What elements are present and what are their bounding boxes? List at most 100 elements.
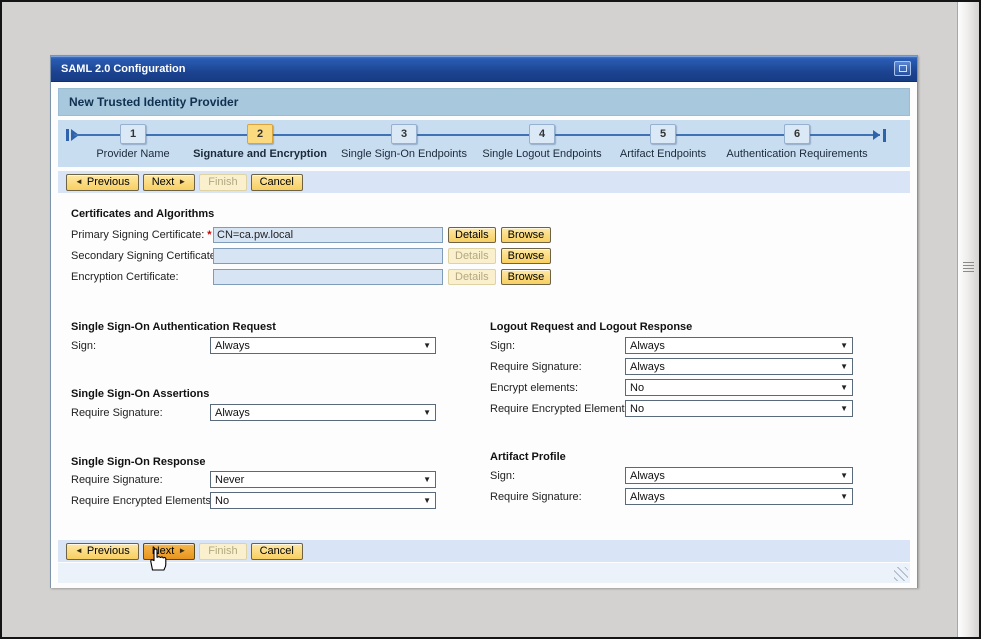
wizard-step-6[interactable]: 6 <box>784 124 810 144</box>
left-arrow-icon: ◄ <box>75 178 83 186</box>
sign-label: Sign: <box>490 340 625 352</box>
dropdown-value: Always <box>630 340 665 352</box>
require-encrypted-elements-label: Require Encrypted Elements: <box>490 403 625 415</box>
artifact-require-signature-row: Require Signature: Always ▼ <box>490 488 853 505</box>
chevron-down-icon: ▼ <box>423 342 431 350</box>
required-marker: * <box>207 229 211 241</box>
wizard-roadmap: 1 2 3 4 5 6 Provider Name Signature and … <box>58 120 910 167</box>
cancel-button[interactable]: Cancel <box>251 174 303 191</box>
next-button-label: Next <box>152 176 175 188</box>
form-content: Certificates and Algorithms Primary Sign… <box>51 193 917 540</box>
logout-encrypt-elements-row: Encrypt elements: No ▼ <box>490 379 853 396</box>
artifact-sign-row: Sign: Always ▼ <box>490 467 853 484</box>
chevron-down-icon: ▼ <box>423 497 431 505</box>
chevron-down-icon: ▼ <box>423 409 431 417</box>
wizard-step-2[interactable]: 2 <box>247 124 273 144</box>
sso-auth-request-sign-row: Sign: Always ▼ <box>71 337 436 354</box>
roadmap-end-icon <box>872 129 886 142</box>
logout-encrypt-elements-dropdown[interactable]: No ▼ <box>625 379 853 396</box>
roadmap-connector-line <box>74 134 880 136</box>
primary-details-button[interactable]: Details <box>448 227 496 243</box>
certificates-heading: Certificates and Algorithms <box>71 208 214 220</box>
sso-response-require-encrypted-dropdown[interactable]: No ▼ <box>210 492 436 509</box>
encryption-certificate-row: Encryption Certificate: Details Browse <box>71 268 551 285</box>
sso-response-require-signature-dropdown[interactable]: Never ▼ <box>210 471 436 488</box>
bottom-toolbar: ◄ Previous Next ► Finish Cancel <box>58 540 910 562</box>
label-text: Primary Signing Certificate: <box>71 229 204 241</box>
finish-button: Finish <box>199 543 246 560</box>
secondary-details-button: Details <box>448 248 496 264</box>
dropdown-value: No <box>630 382 644 394</box>
finish-button-label: Finish <box>208 545 237 557</box>
secondary-signing-certificate-input[interactable] <box>213 248 443 264</box>
chevron-down-icon: ▼ <box>840 384 848 392</box>
require-signature-label: Require Signature: <box>71 407 210 419</box>
step-number: 2 <box>257 128 263 140</box>
dialog-footer <box>58 563 910 583</box>
dropdown-value: Always <box>630 470 665 482</box>
logout-sign-row: Sign: Always ▼ <box>490 337 853 354</box>
cancel-button-label: Cancel <box>260 545 294 557</box>
cursor-pointer <box>145 546 167 572</box>
step-number: 3 <box>401 128 407 140</box>
previous-button[interactable]: ◄ Previous <box>66 543 139 560</box>
logout-sign-dropdown[interactable]: Always ▼ <box>625 337 853 354</box>
secondary-signing-certificate-row: Secondary Signing Certificate: Details B… <box>71 247 551 264</box>
primary-signing-certificate-label: Primary Signing Certificate:* <box>71 229 213 241</box>
primary-signing-certificate-row: Primary Signing Certificate:* Details Br… <box>71 226 551 243</box>
encryption-browse-button[interactable]: Browse <box>501 269 552 285</box>
chevron-down-icon: ▼ <box>840 472 848 480</box>
logout-require-encrypted-row: Require Encrypted Elements: No ▼ <box>490 400 853 417</box>
right-arrow-icon: ► <box>178 547 186 555</box>
saml-configuration-dialog: SAML 2.0 Configuration New Trusted Ident… <box>50 55 918 588</box>
dropdown-value: Always <box>630 361 665 373</box>
artifact-require-signature-dropdown[interactable]: Always ▼ <box>625 488 853 505</box>
next-button[interactable]: Next ► <box>143 174 196 191</box>
sso-response-require-encrypted-row: Require Encrypted Elements: No ▼ <box>71 492 436 509</box>
chevron-down-icon: ▼ <box>423 476 431 484</box>
encryption-details-button: Details <box>448 269 496 285</box>
sso-response-require-signature-row: Require Signature: Never ▼ <box>71 471 436 488</box>
chevron-down-icon: ▼ <box>840 363 848 371</box>
cancel-button[interactable]: Cancel <box>251 543 303 560</box>
sso-assertions-require-signature-dropdown[interactable]: Always ▼ <box>210 404 436 421</box>
encrypt-elements-label: Encrypt elements: <box>490 382 625 394</box>
logout-require-signature-dropdown[interactable]: Always ▼ <box>625 358 853 375</box>
artifact-sign-dropdown[interactable]: Always ▼ <box>625 467 853 484</box>
primary-signing-certificate-input[interactable] <box>213 227 443 243</box>
logout-require-encrypted-dropdown[interactable]: No ▼ <box>625 400 853 417</box>
sso-assertions-heading: Single Sign-On Assertions <box>71 388 209 400</box>
resize-grip-icon[interactable] <box>894 567 908 581</box>
restore-window-button[interactable] <box>894 61 911 76</box>
wizard-step-1[interactable]: 1 <box>120 124 146 144</box>
left-arrow-icon: ◄ <box>75 547 83 555</box>
encryption-certificate-input[interactable] <box>213 269 443 285</box>
dropdown-value: Always <box>215 407 250 419</box>
sso-auth-request-sign-dropdown[interactable]: Always ▼ <box>210 337 436 354</box>
browse-label: Browse <box>508 229 545 241</box>
sign-label: Sign: <box>71 340 210 352</box>
previous-button[interactable]: ◄ Previous <box>66 174 139 191</box>
browse-label: Browse <box>508 250 545 262</box>
wizard-step-label-auth-requirements[interactable]: Authentication Requirements <box>702 148 892 160</box>
chevron-down-icon: ▼ <box>840 342 848 350</box>
dropdown-value: Always <box>630 491 665 503</box>
sso-auth-request-heading: Single Sign-On Authentication Request <box>71 321 276 333</box>
sso-assertions-require-signature-row: Require Signature: Always ▼ <box>71 404 436 421</box>
splitter-grip-icon[interactable] <box>963 262 974 273</box>
dropdown-value: Always <box>215 340 250 352</box>
wizard-step-5[interactable]: 5 <box>650 124 676 144</box>
require-signature-label: Require Signature: <box>490 361 625 373</box>
side-panel-splitter[interactable] <box>957 2 980 637</box>
wizard-step-4[interactable]: 4 <box>529 124 555 144</box>
finish-button-label: Finish <box>208 176 237 188</box>
primary-browse-button[interactable]: Browse <box>501 227 552 243</box>
secondary-browse-button[interactable]: Browse <box>501 248 552 264</box>
dropdown-value: Never <box>215 474 244 486</box>
sign-label: Sign: <box>490 470 625 482</box>
browse-label: Browse <box>508 271 545 283</box>
encryption-certificate-label: Encryption Certificate: <box>71 271 213 283</box>
dialog-titlebar[interactable]: SAML 2.0 Configuration <box>51 56 917 82</box>
restore-icon <box>899 65 907 72</box>
wizard-step-3[interactable]: 3 <box>391 124 417 144</box>
